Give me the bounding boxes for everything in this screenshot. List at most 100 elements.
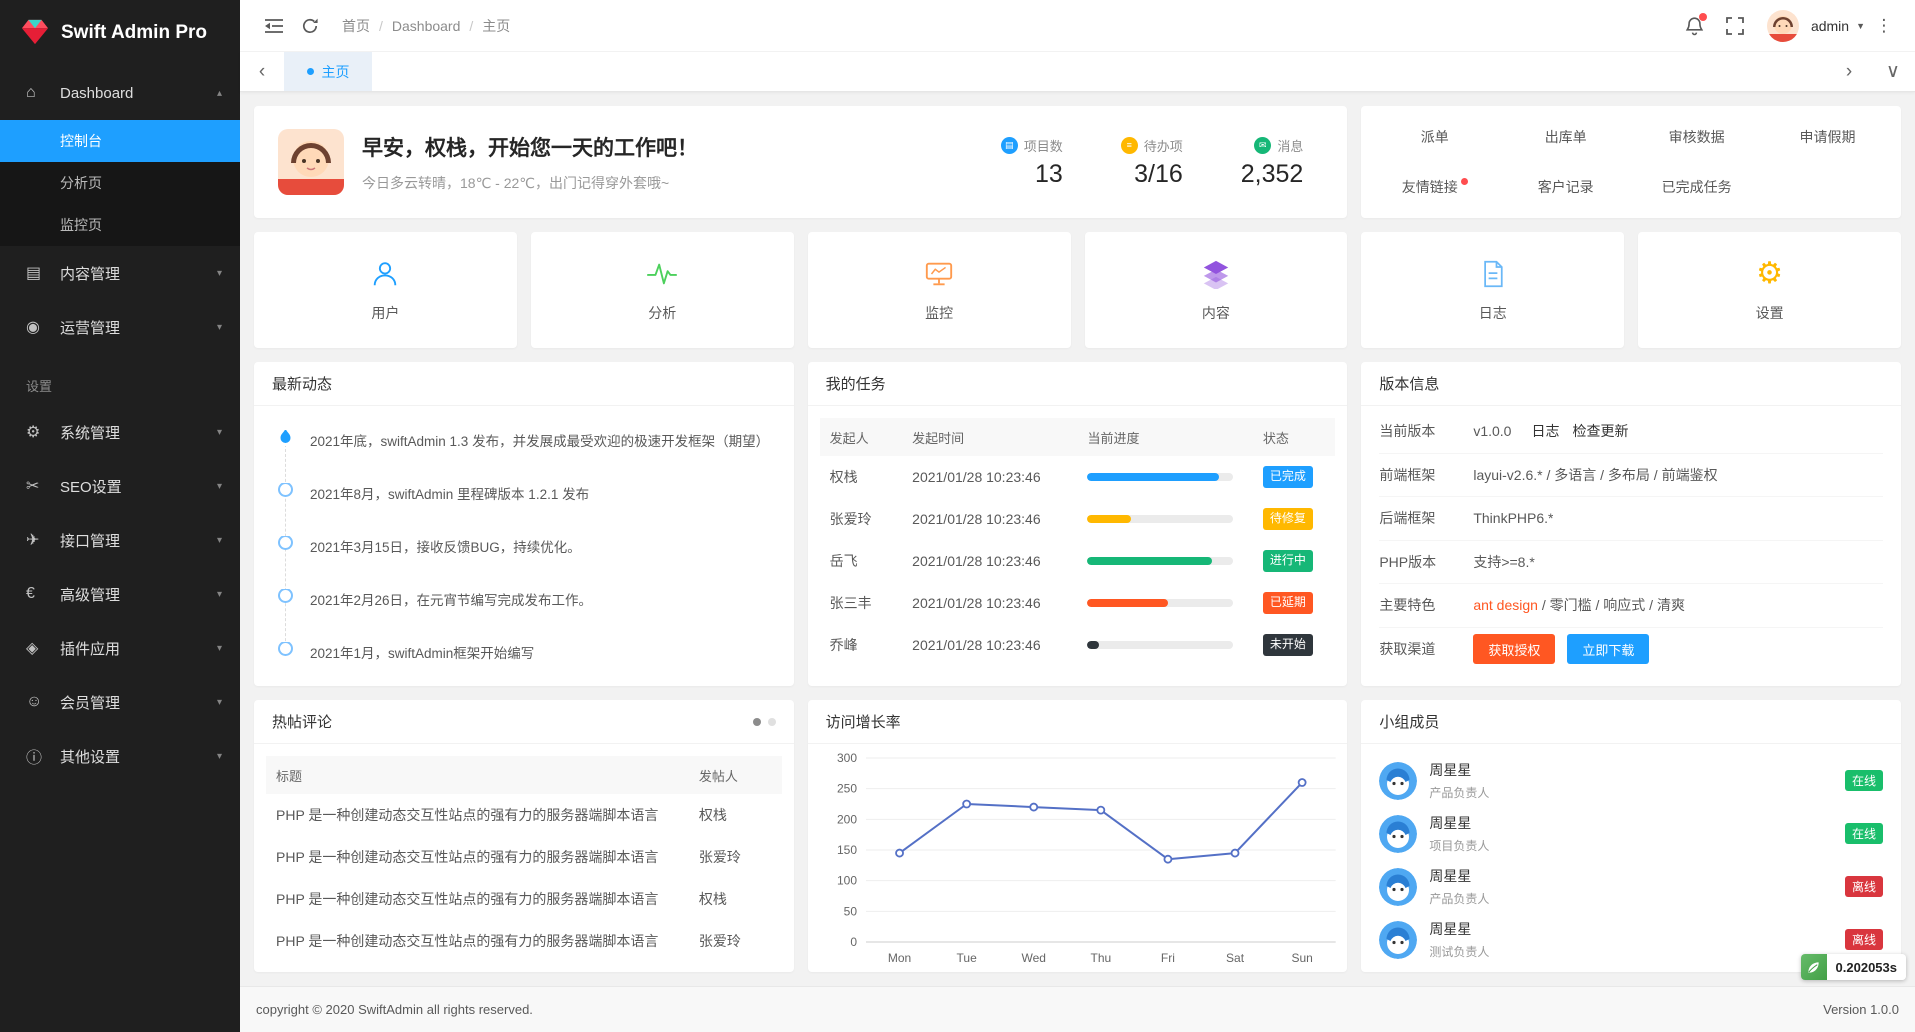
sidebar-item-plugins[interactable]: ◈ 插件应用 ▾ — [0, 621, 240, 675]
sidebar-item-operations-mgmt[interactable]: ◉ 运营管理 ▾ — [0, 300, 240, 354]
comments-table: 标题 发帖人 PHP 是一种创建动态交互性站点的强有力的服务器端脚本语言 权栈 … — [266, 756, 782, 972]
quick-link-friend-links[interactable]: 友情链接 — [1369, 177, 1500, 197]
svg-text:250: 250 — [837, 782, 857, 796]
timeline-item[interactable]: 2021年8月，swiftAdmin 里程碑版本 1.2.1 发布 — [278, 483, 776, 503]
timeline-dot-icon — [278, 589, 293, 603]
table-row[interactable]: PHP 是一种创建动态交互性站点的强有力的服务器端脚本语言 权栈 — [266, 878, 782, 920]
sidebar-item-seo-settings[interactable]: ✂ SEO设置 ▾ — [0, 459, 240, 513]
latest-news-card: 最新动态 2021年底，swiftAdmin 1.3 发布，并发展成最受欢迎的极… — [254, 362, 794, 686]
tab-scroll-right-button[interactable]: › — [1827, 52, 1871, 91]
notification-dot — [1461, 178, 1468, 185]
ant-design-link[interactable]: ant design — [1473, 597, 1538, 613]
quick-link-leave-request[interactable]: 申请假期 — [1762, 127, 1893, 147]
shortcut-content[interactable]: 内容 — [1085, 232, 1348, 348]
comment-author: 权栈 — [689, 878, 782, 920]
sidebar-item-label: SEO设置 — [60, 476, 217, 497]
comment-title: PHP 是一种创建动态交互性站点的强有力的服务器端脚本语言 — [266, 836, 689, 878]
more-options-button[interactable]: ⋮ — [1869, 16, 1899, 36]
sidebar-item-monitor[interactable]: 监控页 — [0, 204, 240, 246]
notification-bell-button[interactable] — [1677, 8, 1713, 44]
version-row-label: 主要特色 — [1379, 595, 1473, 615]
carousel-dot[interactable] — [768, 718, 776, 726]
timeline-dot-icon — [278, 483, 293, 497]
table-row[interactable]: 岳飞 2021/01/28 10:23:46 进行中 — [820, 540, 1336, 582]
tab-home[interactable]: 主页 — [284, 52, 372, 91]
leaf-icon — [1801, 954, 1827, 980]
progress-bar — [1087, 641, 1233, 649]
quick-link-audit-data[interactable]: 审核数据 — [1631, 127, 1762, 147]
list-item[interactable]: 周星星产品负责人 离线 — [1379, 860, 1883, 913]
username-dropdown[interactable]: admin — [1811, 18, 1849, 34]
quick-link-dispatch[interactable]: 派单 — [1369, 127, 1500, 147]
list-item[interactable]: 周星星产品负责人 在线 — [1379, 754, 1883, 807]
list-item[interactable]: 周星星项目负责人 在线 — [1379, 807, 1883, 860]
quick-link-customer-records[interactable]: 客户记录 — [1500, 177, 1631, 197]
sidebar-collapse-button[interactable] — [256, 8, 292, 44]
online-status-badge: 离线 — [1845, 929, 1883, 950]
timeline-item[interactable]: 2021年1月，swiftAdmin框架开始编写 — [278, 642, 776, 662]
table-row[interactable]: PHP 是一种创建动态交互性站点的强有力的服务器端脚本语言 张爱玲 — [266, 836, 782, 878]
shortcut-settings[interactable]: ⚙ 设置 — [1638, 232, 1901, 348]
table-row[interactable]: 张爱玲 2021/01/28 10:23:46 待修复 — [820, 498, 1336, 540]
table-row[interactable]: 权栈 2021/01/28 10:23:46 已完成 — [820, 456, 1336, 498]
shortcut-users[interactable]: 用户 — [254, 232, 517, 348]
task-progress-cell — [1077, 456, 1252, 498]
task-progress-cell — [1077, 498, 1252, 540]
shortcut-monitor[interactable]: 监控 — [808, 232, 1071, 348]
get-license-button[interactable]: 获取授权 — [1473, 634, 1555, 664]
changelog-link[interactable]: 日志 — [1531, 421, 1559, 441]
scissors-icon: ✂ — [26, 476, 52, 496]
sidebar-item-system-mgmt[interactable]: ⚙ 系统管理 ▾ — [0, 405, 240, 459]
shortcut-analysis[interactable]: 分析 — [531, 232, 794, 348]
download-button[interactable]: 立即下载 — [1567, 634, 1649, 664]
chevron-down-icon[interactable]: ▼ — [1856, 21, 1865, 31]
quick-link-outbound[interactable]: 出库单 — [1500, 127, 1631, 147]
comment-author: 权栈 — [689, 794, 782, 836]
stat-value: 13 — [1001, 160, 1063, 189]
column-header: 当前进度 — [1077, 418, 1252, 456]
sidebar-item-dashboard[interactable]: ⌂ Dashboard ▴ — [0, 66, 240, 120]
member-name: 周星星 — [1429, 868, 1471, 884]
carousel-dot[interactable] — [753, 718, 761, 726]
sidebar-item-advanced-mgmt[interactable]: € 高级管理 ▾ — [0, 567, 240, 621]
tab-menu-button[interactable]: ∨ — [1871, 52, 1915, 91]
sidebar-item-console[interactable]: 控制台 — [0, 120, 240, 162]
table-row[interactable]: PHP 是一种创建动态交互性站点的强有力的服务器端脚本语言 权栈 — [266, 794, 782, 836]
table-row[interactable]: 张三丰 2021/01/28 10:23:46 已延期 — [820, 582, 1336, 624]
comment-title: PHP 是一种创建动态交互性站点的强有力的服务器端脚本语言 — [266, 920, 689, 962]
timeline-item[interactable]: 2021年3月15日，接收反馈BUG，持续优化。 — [278, 536, 776, 556]
quick-link-completed-tasks[interactable]: 已完成任务 — [1631, 177, 1762, 197]
fullscreen-button[interactable] — [1717, 8, 1753, 44]
sidebar-item-members-mgmt[interactable]: ☺ 会员管理 ▾ — [0, 675, 240, 729]
timeline-item[interactable]: 2021年2月26日，在元宵节编写完成发布工作。 — [278, 589, 776, 609]
tab-scroll-left-button[interactable]: ‹ — [240, 52, 284, 91]
progress-bar — [1087, 557, 1233, 565]
version-row: 当前版本 v1.0.0 日志 检查更新 — [1379, 410, 1883, 454]
dashboard-content: 早安，权栈，开始您一天的工作吧！ 今日多云转晴，18℃ - 22℃，出门记得穿外… — [240, 92, 1915, 986]
welcome-card: 早安，权栈，开始您一天的工作吧！ 今日多云转晴，18℃ - 22℃，出门记得穿外… — [254, 106, 1347, 218]
breadcrumb-home[interactable]: 首页 — [342, 16, 370, 36]
sidebar-item-api-mgmt[interactable]: ✈ 接口管理 ▾ — [0, 513, 240, 567]
sidebar-item-other-settings[interactable]: ⓘ 其他设置 ▾ — [0, 729, 240, 783]
carousel-dots — [753, 718, 776, 726]
user-avatar[interactable] — [1767, 10, 1799, 42]
sidebar-item-content-mgmt[interactable]: ▤ 内容管理 ▾ — [0, 246, 240, 300]
shortcut-logs[interactable]: 日志 — [1361, 232, 1624, 348]
timeline-item[interactable]: 2021年底，swiftAdmin 1.3 发布，并发展成最受欢迎的极速开发框架… — [278, 430, 776, 450]
app-logo[interactable]: Swift Admin Pro — [0, 0, 240, 66]
current-version-value: v1.0.0 — [1473, 423, 1511, 439]
main-area: 首页 / Dashboard / 主页 — [240, 0, 1915, 1032]
load-time-value: 0.202053s — [1827, 954, 1906, 980]
task-name: 张三丰 — [820, 582, 903, 624]
sidebar-item-analysis[interactable]: 分析页 — [0, 162, 240, 204]
refresh-button[interactable] — [292, 8, 328, 44]
features-value: / 零门槛 / 响应式 / 清爽 — [1538, 597, 1685, 613]
welcome-avatar — [278, 129, 344, 195]
table-row[interactable]: PHP 是一种创建动态交互性站点的强有力的服务器端脚本语言 权栈 — [266, 962, 782, 972]
check-update-link[interactable]: 检查更新 — [1572, 421, 1628, 441]
table-row[interactable]: 乔峰 2021/01/28 10:23:46 未开始 — [820, 624, 1336, 666]
table-row[interactable]: PHP 是一种创建动态交互性站点的强有力的服务器端脚本语言 张爱玲 — [266, 920, 782, 962]
task-status-cell: 已延期 — [1253, 582, 1336, 624]
header-actions: admin ▼ ⋮ — [1677, 8, 1899, 44]
breadcrumb-dashboard[interactable]: Dashboard — [392, 18, 461, 34]
